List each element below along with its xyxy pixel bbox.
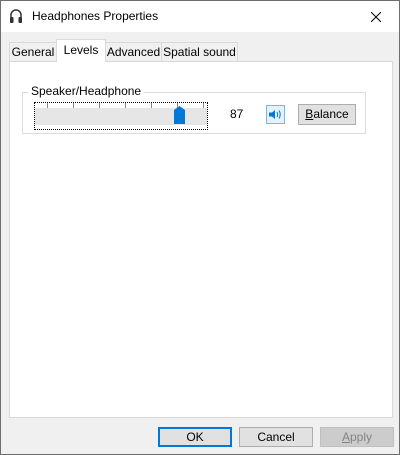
cancel-button[interactable]: Cancel [239, 427, 313, 447]
window-title: Headphones Properties [32, 9, 159, 23]
tab-spatial-sound[interactable]: Spatial sound [161, 42, 238, 61]
volume-slider[interactable] [34, 102, 208, 130]
title-bar: Headphones Properties [1, 1, 399, 32]
ok-button[interactable]: OK [158, 427, 232, 447]
close-button[interactable] [353, 1, 399, 32]
balance-button[interactable]: Balance [298, 104, 356, 125]
levels-panel: Speaker/Headphone 87 Balance [9, 61, 393, 418]
group-label: Speaker/Headphone [28, 84, 145, 98]
apply-label-rest: pply [350, 430, 373, 444]
tab-levels[interactable]: Levels [56, 39, 106, 62]
dialog-window: Headphones Properties General Levels Adv… [0, 0, 400, 455]
slider-thumb[interactable] [173, 106, 185, 124]
balance-label-rest: alance [313, 107, 349, 121]
speaker-icon [269, 110, 281, 119]
mute-button[interactable] [266, 105, 285, 124]
tab-general[interactable]: General [9, 42, 57, 61]
headphones-icon [10, 9, 22, 24]
tab-advanced[interactable]: Advanced [105, 42, 162, 61]
apply-accesskey: A [341, 430, 350, 444]
close-icon [371, 11, 381, 22]
speaker-headphone-group: Speaker/Headphone 87 Balance [22, 84, 366, 134]
apply-button[interactable]: Apply [320, 427, 394, 447]
volume-value: 87 [230, 107, 244, 121]
